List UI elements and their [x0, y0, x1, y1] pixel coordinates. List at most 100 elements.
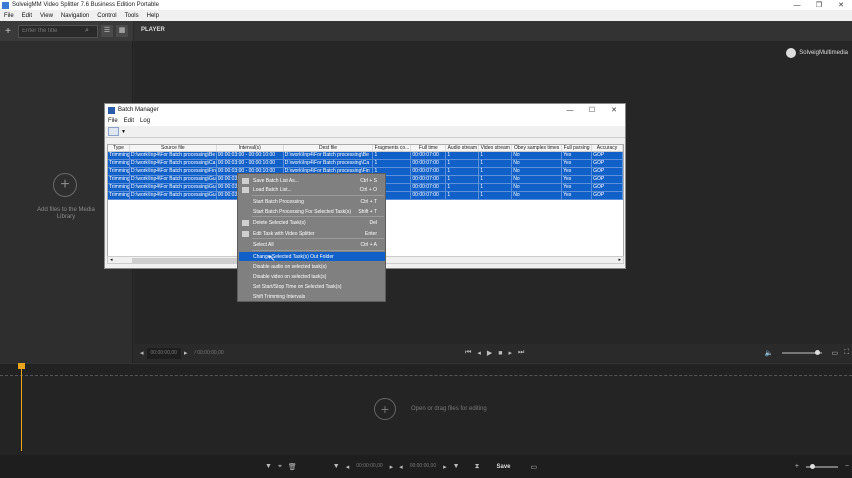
- batch-close-icon[interactable]: ✕: [603, 106, 625, 114]
- col-accuracy[interactable]: Accuracy: [592, 145, 623, 151]
- playhead-handle[interactable]: [18, 363, 25, 369]
- menu-item-label: Shift Trimming Intervals: [253, 293, 306, 300]
- scroll-right-icon[interactable]: ▸: [618, 257, 621, 263]
- table-cell: 00:00:07:00: [411, 152, 447, 159]
- batch-tool-dropdown-icon[interactable]: ▼: [121, 129, 126, 135]
- batch-minimize-icon[interactable]: —: [559, 107, 581, 114]
- menu-navigation[interactable]: Navigation: [61, 13, 89, 19]
- context-menu-item[interactable]: Delete Selected Task(s) Del: [239, 218, 385, 227]
- list-view-icon[interactable]: ☰: [101, 25, 113, 37]
- col-fragments[interactable]: Fragments co...: [373, 145, 412, 151]
- mark-out-icon[interactable]: ◂: [399, 463, 403, 471]
- minimize-icon[interactable]: —: [786, 2, 808, 9]
- skip-back-icon[interactable]: ⏮: [465, 349, 471, 357]
- mark-in-icon[interactable]: ◂: [346, 463, 350, 471]
- current-timecode[interactable]: 00:00:00,00: [146, 347, 181, 359]
- menu-item-shortcut: Enter: [365, 230, 377, 237]
- step-back-icon[interactable]: ◂: [477, 349, 481, 357]
- table-cell: D:\work\Inp4\For Batch processing\Gu: [130, 192, 217, 199]
- stop-icon[interactable]: ■: [498, 350, 502, 357]
- batch-tool-icon[interactable]: [108, 127, 119, 136]
- menu-tools[interactable]: Tools: [125, 13, 139, 19]
- menu-file[interactable]: File: [4, 13, 14, 19]
- col-interval[interactable]: Interval(s): [217, 145, 284, 151]
- search-icon[interactable]: ⌕: [85, 27, 89, 35]
- menu-item-label: Disable video on selected task(s): [253, 273, 327, 280]
- loop-icon[interactable]: ⧗: [475, 463, 480, 471]
- zoom-in-icon[interactable]: +: [795, 463, 799, 470]
- skip-forward-icon[interactable]: ⏭: [518, 349, 524, 357]
- trash-icon[interactable]: 🗑: [288, 463, 297, 471]
- close-icon[interactable]: ✕: [830, 1, 852, 9]
- tab-player[interactable]: PLAYER: [141, 27, 165, 33]
- table-cell: Yes: [562, 160, 593, 167]
- table-cell: Trimming: [109, 184, 130, 191]
- marker-icon[interactable]: ⌖: [278, 463, 282, 471]
- timeline-area[interactable]: + Open or drag files for editing: [0, 363, 852, 455]
- context-menu-item[interactable]: Set Start/Stop Time on Selected Task(s): [239, 282, 385, 291]
- table-cell: 1: [479, 192, 513, 199]
- timeline-ruler[interactable]: [0, 364, 852, 376]
- volume-icon[interactable]: 🔈: [765, 349, 774, 357]
- scroll-left-icon[interactable]: ◂: [110, 257, 113, 263]
- dropdown-icon[interactable]: ▼: [333, 463, 340, 470]
- context-menu-item[interactable]: Disable video on selected task(s): [239, 272, 385, 281]
- search-input[interactable]: [19, 28, 85, 34]
- batch-maximize-icon[interactable]: ☐: [581, 106, 603, 114]
- maximize-icon[interactable]: ❐: [808, 1, 830, 9]
- open-files-icon[interactable]: +: [374, 398, 396, 420]
- col-type[interactable]: Type: [108, 145, 130, 151]
- dropdown-2-icon[interactable]: ▼: [453, 463, 460, 470]
- playhead[interactable]: [21, 363, 22, 451]
- save-button[interactable]: Save: [496, 464, 510, 470]
- prev-frame-icon[interactable]: ◂: [140, 349, 144, 357]
- col-video[interactable]: Video stream: [479, 145, 513, 151]
- menu-view[interactable]: View: [40, 13, 53, 19]
- app-titlebar: SolveigMM Video Splitter 7.6 Business Ed…: [0, 0, 852, 10]
- fullscreen-icon[interactable]: ⛶: [844, 349, 849, 357]
- open-files-text: Open or drag files for editing: [411, 406, 487, 412]
- play-icon[interactable]: ▶: [487, 349, 492, 357]
- context-menu-item[interactable]: Change Selected Task(s) Out Folder: [239, 252, 385, 261]
- context-menu-item[interactable]: Start Batch Processing Ctrl + T: [239, 197, 385, 206]
- mark-out-timecode[interactable]: 00:00:00,00: [405, 461, 441, 472]
- table-row[interactable]: Trimming D:\work\Inp4\For Batch processin…: [108, 160, 623, 168]
- folder-icon[interactable]: ▭: [831, 349, 838, 357]
- col-source[interactable]: Source file: [130, 145, 217, 151]
- context-menu-item[interactable]: Load Batch List... Ctrl + O: [239, 185, 385, 194]
- output-folder-icon[interactable]: ▭: [531, 463, 538, 471]
- menu-control[interactable]: Control: [97, 13, 116, 19]
- zoom-out-icon[interactable]: −: [845, 463, 849, 470]
- table-row[interactable]: Trimming D:\work\Inp4\For Batch processin…: [108, 152, 623, 160]
- volume-slider[interactable]: [782, 350, 823, 355]
- set-out-icon[interactable]: ▸: [443, 463, 447, 471]
- col-dest[interactable]: Dest file: [284, 145, 374, 151]
- context-menu-item[interactable]: Start Batch Processing For Selected Task…: [239, 207, 385, 216]
- table-cell: 00:00:03:00 - 00:00:10:00: [217, 152, 284, 159]
- context-menu-item[interactable]: Edit Task with Video Splitter Enter: [239, 229, 385, 238]
- add-media-icon[interactable]: +: [0, 26, 16, 37]
- context-menu-item[interactable]: Save Batch List As... Ctrl + S: [239, 176, 385, 185]
- col-audio[interactable]: Audio stream: [446, 145, 480, 151]
- col-parsing[interactable]: Full parsing: [562, 145, 593, 151]
- col-obey[interactable]: Obey samples times: [512, 145, 563, 151]
- mark-in-timecode[interactable]: 00:00:00,00: [352, 461, 387, 472]
- context-menu-item[interactable]: Disable audio on selected task(s): [239, 262, 385, 271]
- menu-edit[interactable]: Edit: [22, 13, 32, 19]
- table-cell: 1: [479, 168, 513, 175]
- batch-menu-edit[interactable]: Edit: [124, 118, 134, 124]
- add-files-icon[interactable]: +: [53, 173, 77, 197]
- step-forward-icon[interactable]: ▸: [509, 349, 513, 357]
- batch-menu-log[interactable]: Log: [140, 118, 150, 124]
- grid-view-icon[interactable]: ▦: [116, 25, 128, 37]
- zoom-slider[interactable]: [805, 463, 838, 469]
- batch-menu-file[interactable]: File: [108, 118, 118, 124]
- next-frame-icon[interactable]: ▸: [184, 349, 188, 357]
- col-fulltime[interactable]: Full time: [411, 145, 447, 151]
- menu-item-icon: [242, 177, 249, 184]
- filter-icon[interactable]: ▼: [265, 463, 272, 470]
- menu-help[interactable]: Help: [147, 13, 159, 19]
- context-menu-item[interactable]: Shift Trimming Intervals: [239, 292, 385, 301]
- set-in-icon[interactable]: ▸: [390, 463, 394, 471]
- context-menu-item[interactable]: Select All Ctrl + A: [239, 240, 385, 249]
